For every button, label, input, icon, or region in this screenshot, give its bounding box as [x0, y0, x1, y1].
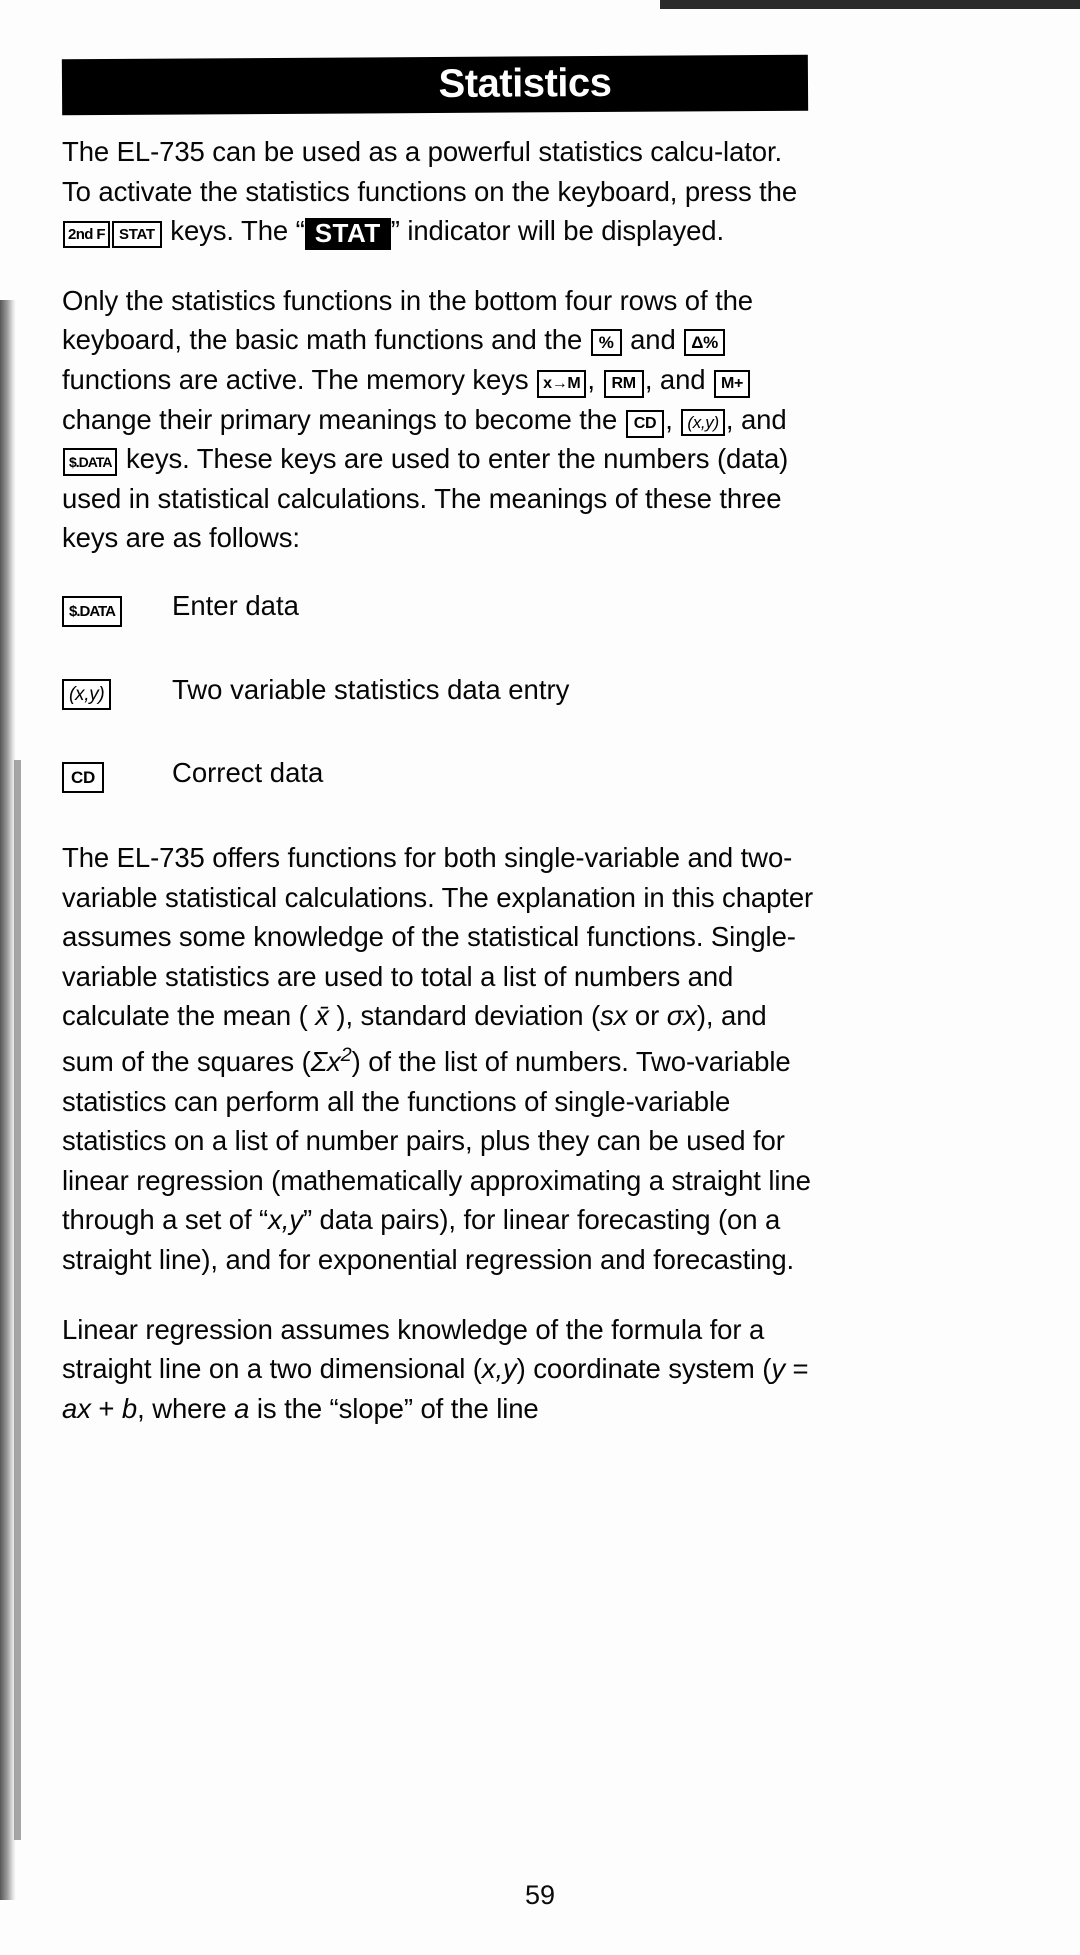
scan-edge-top: [660, 0, 1080, 9]
key-data: $.DATA: [63, 448, 118, 477]
paragraph-active-keys-text-4: ,: [587, 363, 603, 395]
key-correct-data: CD: [62, 761, 104, 793]
formula-variable-x: x: [77, 1392, 91, 1424]
paragraph-regression-text-6: is the “slope” of the line: [249, 1392, 539, 1424]
paragraph-regression-text-2: ) coordinate system (: [516, 1353, 772, 1385]
paragraph-active-keys-text-2: and: [622, 324, 684, 356]
key-definition-row: (x,y) Two variable statistics data entry: [62, 672, 816, 710]
key-definition-description: Enter data: [172, 589, 299, 621]
key-definition-symbol: CD: [62, 755, 172, 793]
paragraph-regression-text-3: =: [784, 1353, 809, 1385]
stat-indicator: STAT: [304, 218, 391, 251]
mean-symbol: x̄: [315, 1000, 329, 1032]
sum-of-squares-symbol: Σx: [310, 1046, 341, 1078]
paragraph-active-keys: Only the statistics functions in the bot…: [62, 281, 816, 558]
paragraph-intro-text-1: The EL-735 can be used as a powerful sta…: [62, 136, 798, 207]
key-xy-pair: (x,y): [681, 408, 725, 436]
key-definition-row: CD Correct data: [62, 755, 816, 793]
paragraph-stats-text-3: or: [627, 1000, 667, 1032]
key-memory-plus: M+: [714, 369, 751, 398]
paragraph-active-keys-text-7: ,: [665, 403, 681, 435]
scanned-page: Statistics The EL-735 can be used as a p…: [0, 0, 1080, 1955]
formula-coefficient-a-reference: a: [234, 1392, 250, 1424]
sample-deviation-symbol: sx: [600, 1000, 628, 1032]
key-stat: STAT: [112, 221, 162, 249]
paragraph-intro-text-3: ” indicator will be displayed.: [390, 215, 725, 247]
sum-of-squares-exponent: 2: [340, 1043, 352, 1066]
key-percent: %: [590, 329, 622, 357]
key-definition-row: $.DATA Enter data: [62, 588, 816, 627]
key-definition-description: Correct data: [172, 756, 324, 788]
key-definition-list: $.DATA Enter data (x,y) Two variable sta…: [62, 588, 816, 793]
formula-intercept-b: b: [121, 1392, 138, 1424]
paragraph-intro-text-2: keys. The “: [162, 215, 305, 247]
paragraph-regression-text-5: , where: [137, 1392, 235, 1424]
key-correct-data: CD: [625, 409, 665, 438]
paragraph-active-keys-text-6: change their primary meanings to become …: [62, 403, 625, 435]
population-deviation-symbol: σx: [666, 1000, 697, 1032]
key-recall-memory: RM: [603, 369, 644, 398]
page-content: The EL-735 can be used as a powerful sta…: [62, 132, 816, 1428]
paragraph-active-keys-text-9: keys. These keys are used to enter the n…: [62, 443, 789, 554]
key-x-to-memory: x→M: [537, 369, 587, 398]
paragraph-linear-regression: Linear regression assumes knowledge of t…: [62, 1310, 816, 1429]
paragraph-single-two-variable: The EL-735 offers functions for both sin…: [62, 838, 816, 1280]
xy-data-pairs-symbol: x,y: [268, 1204, 303, 1236]
scan-edge-left-inner: [14, 760, 21, 1840]
paragraph-active-keys-text-5: , and: [644, 363, 714, 395]
xy-coordinate-symbol: x,y: [481, 1353, 517, 1385]
paragraph-active-keys-text-3: functions are active. The memory keys: [62, 363, 537, 395]
key-definition-symbol: (x,y): [62, 672, 172, 710]
key-delta-percent: Δ%: [684, 329, 725, 357]
paragraph-active-keys-text-8: , and: [725, 403, 787, 435]
formula-coefficient-a: a: [62, 1392, 78, 1424]
formula-variable-y: y: [771, 1353, 785, 1385]
key-2nd-f: 2nd F: [63, 221, 110, 249]
paragraph-stats-text-2: ), standard deviation (: [328, 1000, 601, 1032]
key-xy-pair: (x,y): [62, 678, 112, 710]
key-data: $.DATA: [62, 595, 122, 627]
page-title: Statistics: [438, 60, 612, 106]
paragraph-intro: The EL-735 can be used as a powerful sta…: [62, 132, 816, 251]
key-definition-description: Two variable statistics data entry: [172, 673, 570, 705]
paragraph-regression-text-4: +: [90, 1392, 122, 1424]
page-number: 59: [524, 1880, 556, 1910]
key-definition-symbol: $.DATA: [62, 588, 172, 627]
